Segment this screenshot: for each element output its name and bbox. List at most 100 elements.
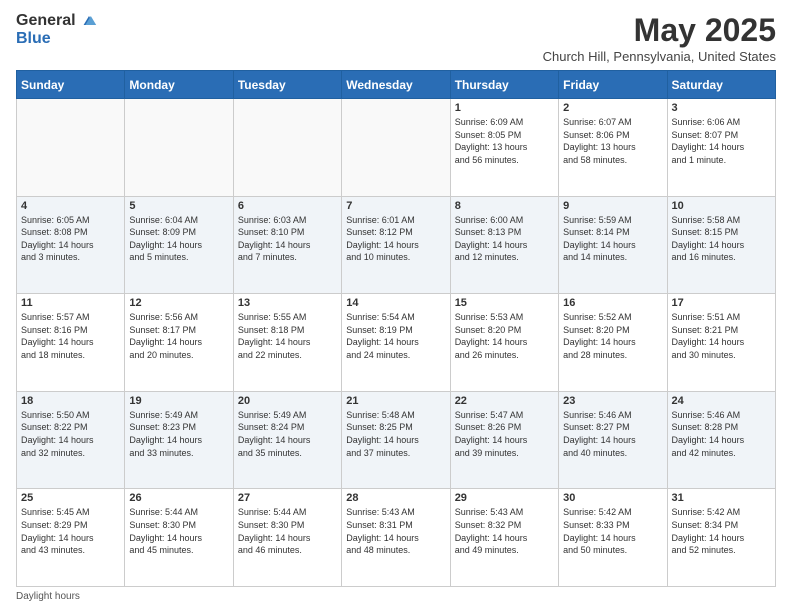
day-number: 17 (672, 297, 771, 309)
calendar-cell: 17Sunrise: 5:51 AM Sunset: 8:21 PM Dayli… (667, 294, 775, 392)
day-number: 10 (672, 200, 771, 212)
title-area: May 2025 Church Hill, Pennsylvania, Unit… (543, 12, 776, 64)
calendar-cell: 30 Sunrise: 5:42 AM Sunset: 8:33 PM Dayli… (559, 489, 667, 587)
day-number: 29 (455, 492, 554, 504)
column-header-friday: Friday (559, 71, 667, 99)
day-number: 22 (455, 395, 554, 407)
calendar-cell: 25Sunrise: 5:45 AM Sunset: 8:29 PM Dayli… (17, 489, 125, 587)
logo-general-text: General (16, 12, 76, 30)
month-title: May 2025 (543, 12, 776, 49)
day-number: 16 (563, 297, 662, 309)
day-info: Sunrise: 6:05 AM Sunset: 8:08 PM Dayligh… (21, 214, 120, 264)
day-info: Sunrise: 5:49 AM Sunset: 8:24 PM Dayligh… (238, 409, 337, 459)
day-number: 21 (346, 395, 445, 407)
calendar-cell: 14 Sunrise: 5:54 AM Sunset: 8:19 PM Dayli… (342, 294, 450, 392)
column-header-wednesday: Wednesday (342, 71, 450, 99)
column-header-saturday: Saturday (667, 71, 775, 99)
column-header-monday: Monday (125, 71, 233, 99)
day-number: 9 (563, 200, 662, 212)
day-number: 4 (21, 200, 120, 212)
calendar-cell: 3 Sunrise: 6:06 AM Sunset: 8:07 PM Daylig… (667, 99, 775, 197)
calendar-cell: 19 Sunrise: 5:49 AM Sunset: 8:23 PM Dayli… (125, 391, 233, 489)
column-header-sunday: Sunday (17, 71, 125, 99)
day-info: Sunrise: 5:58 AM Sunset: 8:15 PM Dayligh… (672, 214, 771, 264)
calendar-cell (17, 99, 125, 197)
day-number: 7 (346, 200, 445, 212)
day-number: 27 (238, 492, 337, 504)
day-number: 23 (563, 395, 662, 407)
day-info: Sunrise: 6:07 AM Sunset: 8:06 PM Dayligh… (563, 116, 662, 166)
day-info: Sunrise: 5:57 AM Sunset: 8:16 PM Dayligh… (21, 311, 120, 361)
calendar-cell (125, 99, 233, 197)
header: General Blue May 2025 Church Hill, Penns… (16, 12, 776, 64)
day-info: Sunrise: 6:06 AM Sunset: 8:07 PM Dayligh… (672, 116, 771, 166)
logo-blue-text: Blue (16, 30, 51, 48)
day-number: 14 (346, 297, 445, 309)
day-number: 13 (238, 297, 337, 309)
day-info: Sunrise: 5:55 AM Sunset: 8:18 PM Dayligh… (238, 311, 337, 361)
calendar-cell: 7 Sunrise: 6:01 AM Sunset: 8:12 PM Daylig… (342, 196, 450, 294)
day-info: Sunrise: 6:00 AM Sunset: 8:13 PM Dayligh… (455, 214, 554, 264)
day-number: 3 (672, 102, 771, 114)
day-number: 8 (455, 200, 554, 212)
day-number: 25 (21, 492, 120, 504)
calendar-cell: 6 Sunrise: 6:03 AM Sunset: 8:10 PM Daylig… (233, 196, 341, 294)
day-info: Sunrise: 5:50 AM Sunset: 8:22 PM Dayligh… (21, 409, 120, 459)
day-info: Sunrise: 5:54 AM Sunset: 8:19 PM Dayligh… (346, 311, 445, 361)
week-row-5: 25Sunrise: 5:45 AM Sunset: 8:29 PM Dayli… (17, 489, 776, 587)
day-info: Sunrise: 5:46 AM Sunset: 8:28 PM Dayligh… (672, 409, 771, 459)
day-info: Sunrise: 5:42 AM Sunset: 8:33 PM Dayligh… (563, 506, 662, 556)
calendar-cell: 10 Sunrise: 5:58 AM Sunset: 8:15 PM Dayli… (667, 196, 775, 294)
day-info: Sunrise: 6:03 AM Sunset: 8:10 PM Dayligh… (238, 214, 337, 264)
week-row-4: 18 Sunrise: 5:50 AM Sunset: 8:22 PM Dayli… (17, 391, 776, 489)
calendar-cell: 22Sunrise: 5:47 AM Sunset: 8:26 PM Dayli… (450, 391, 558, 489)
calendar-header-row: SundayMondayTuesdayWednesdayThursdayFrid… (17, 71, 776, 99)
calendar-cell (342, 99, 450, 197)
day-number: 18 (21, 395, 120, 407)
column-header-thursday: Thursday (450, 71, 558, 99)
day-number: 24 (672, 395, 771, 407)
calendar-cell: 29Sunrise: 5:43 AM Sunset: 8:32 PM Dayli… (450, 489, 558, 587)
calendar-cell: 9Sunrise: 5:59 AM Sunset: 8:14 PM Daylig… (559, 196, 667, 294)
location: Church Hill, Pennsylvania, United States (543, 49, 776, 64)
calendar-cell: 8 Sunrise: 6:00 AM Sunset: 8:13 PM Daylig… (450, 196, 558, 294)
page: General Blue May 2025 Church Hill, Penns… (0, 0, 792, 612)
calendar-cell: 23Sunrise: 5:46 AM Sunset: 8:27 PM Dayli… (559, 391, 667, 489)
week-row-1: 1Sunrise: 6:09 AM Sunset: 8:05 PM Daylig… (17, 99, 776, 197)
week-row-2: 4 Sunrise: 6:05 AM Sunset: 8:08 PM Daylig… (17, 196, 776, 294)
calendar-cell: 1Sunrise: 6:09 AM Sunset: 8:05 PM Daylig… (450, 99, 558, 197)
calendar-cell (233, 99, 341, 197)
calendar-cell: 13 Sunrise: 5:55 AM Sunset: 8:18 PM Dayli… (233, 294, 341, 392)
calendar-cell: 18 Sunrise: 5:50 AM Sunset: 8:22 PM Dayli… (17, 391, 125, 489)
day-info: Sunrise: 6:01 AM Sunset: 8:12 PM Dayligh… (346, 214, 445, 264)
day-info: Sunrise: 5:44 AM Sunset: 8:30 PM Dayligh… (129, 506, 228, 556)
day-number: 11 (21, 297, 120, 309)
day-number: 26 (129, 492, 228, 504)
calendar-cell: 2 Sunrise: 6:07 AM Sunset: 8:06 PM Daylig… (559, 99, 667, 197)
day-number: 19 (129, 395, 228, 407)
day-info: Sunrise: 6:04 AM Sunset: 8:09 PM Dayligh… (129, 214, 228, 264)
day-info: Sunrise: 5:56 AM Sunset: 8:17 PM Dayligh… (129, 311, 228, 361)
day-number: 5 (129, 200, 228, 212)
week-row-3: 11 Sunrise: 5:57 AM Sunset: 8:16 PM Dayli… (17, 294, 776, 392)
day-number: 12 (129, 297, 228, 309)
calendar: SundayMondayTuesdayWednesdayThursdayFrid… (16, 70, 776, 587)
day-number: 20 (238, 395, 337, 407)
day-info: Sunrise: 5:42 AM Sunset: 8:34 PM Dayligh… (672, 506, 771, 556)
day-info: Sunrise: 5:43 AM Sunset: 8:31 PM Dayligh… (346, 506, 445, 556)
calendar-cell: 20 Sunrise: 5:49 AM Sunset: 8:24 PM Dayli… (233, 391, 341, 489)
day-number: 6 (238, 200, 337, 212)
day-number: 31 (672, 492, 771, 504)
calendar-cell: 4 Sunrise: 6:05 AM Sunset: 8:08 PM Daylig… (17, 196, 125, 294)
day-info: Sunrise: 5:49 AM Sunset: 8:23 PM Dayligh… (129, 409, 228, 459)
day-number: 30 (563, 492, 662, 504)
calendar-cell: 21 Sunrise: 5:48 AM Sunset: 8:25 PM Dayli… (342, 391, 450, 489)
day-info: Sunrise: 5:48 AM Sunset: 8:25 PM Dayligh… (346, 409, 445, 459)
day-info: Sunrise: 5:52 AM Sunset: 8:20 PM Dayligh… (563, 311, 662, 361)
day-info: Sunrise: 5:44 AM Sunset: 8:30 PM Dayligh… (238, 506, 337, 556)
footer-note: Daylight hours (16, 591, 776, 602)
day-number: 2 (563, 102, 662, 114)
calendar-cell: 24 Sunrise: 5:46 AM Sunset: 8:28 PM Dayli… (667, 391, 775, 489)
day-number: 28 (346, 492, 445, 504)
column-header-tuesday: Tuesday (233, 71, 341, 99)
